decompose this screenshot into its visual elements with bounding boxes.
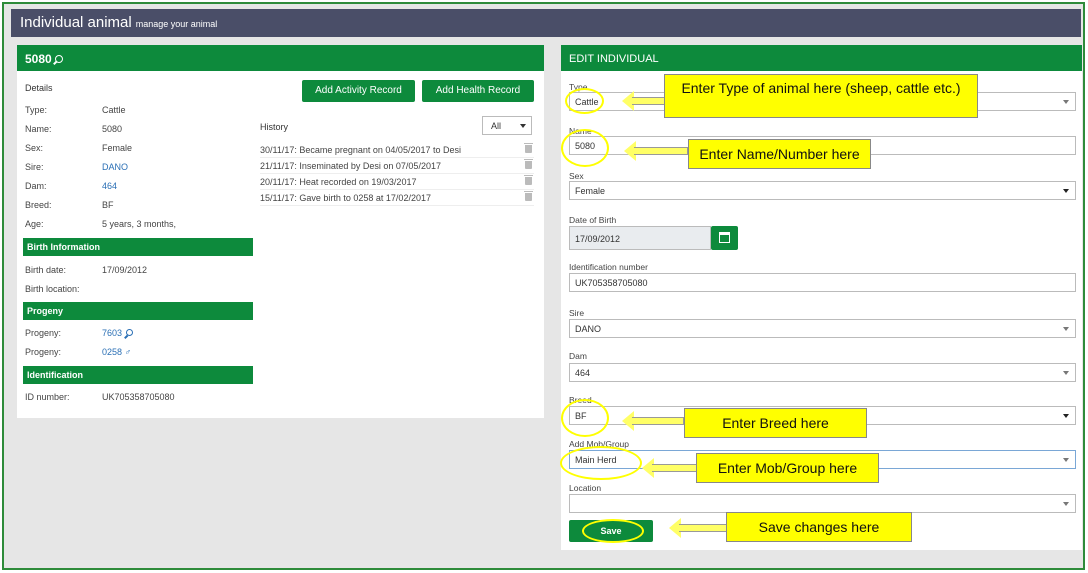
history-heading: History xyxy=(260,122,289,132)
birth-date-label: Birth date: xyxy=(25,265,67,275)
detail-label-sire: Sire: xyxy=(25,162,44,172)
location-label: Location xyxy=(569,483,602,493)
identification-number-input[interactable]: UK705358705080 xyxy=(569,273,1076,292)
detail-label-breed: Breed: xyxy=(25,200,52,210)
name-highlight-ring xyxy=(561,129,609,167)
dam-link[interactable]: 464 xyxy=(102,181,117,191)
detail-label-dam: Dam: xyxy=(25,181,47,191)
caret-down-icon xyxy=(520,124,526,128)
sex-label: Sex xyxy=(569,171,584,181)
animal-details-panel: 5080 Details Type: Cattle Name: 5080 Sex… xyxy=(17,45,544,418)
birth-date-value: 17/09/2012 xyxy=(102,265,148,275)
id-number-value: UK705358705080 xyxy=(102,392,175,402)
calendar-button[interactable] xyxy=(711,226,738,250)
history-row: 30/11/17: Became pregnant on 04/05/2017 … xyxy=(260,142,534,158)
history-row: 21/11/17: Inseminated by Desi on 07/05/2… xyxy=(260,158,534,174)
type-highlight-ring xyxy=(565,88,604,114)
id-number-label: ID number: xyxy=(25,392,70,402)
detail-value-name: 5080 xyxy=(102,124,123,134)
animal-panel-header: 5080 xyxy=(17,45,544,71)
animal-id: 5080 xyxy=(25,52,52,66)
detail-label-age: Age: xyxy=(25,219,44,229)
name-callout: Enter Name/Number here xyxy=(688,139,871,169)
detail-value-sex: Female xyxy=(102,143,133,153)
add-health-record-button[interactable]: Add Health Record xyxy=(422,80,534,102)
type-callout: Enter Type of animal here (sheep, cattle… xyxy=(664,74,978,118)
page-subtitle: manage your animal xyxy=(135,19,218,29)
detail-label-sex: Sex: xyxy=(25,143,44,153)
dam-label: Dam xyxy=(569,351,587,361)
screenshot-frame: Individual animal manage your animal 5080… xyxy=(2,2,1085,570)
identification-header: Identification xyxy=(23,366,253,384)
calendar-icon xyxy=(719,232,730,243)
search-icon xyxy=(126,329,134,336)
progeny-link-1[interactable]: 7603 xyxy=(102,328,134,338)
save-callout: Save changes here xyxy=(726,512,912,542)
progeny-link-2[interactable]: 0258 ♂ xyxy=(102,347,131,357)
mob-group-callout: Enter Mob/Group here xyxy=(696,453,879,483)
history-filter-select[interactable]: All xyxy=(482,116,532,135)
trash-icon[interactable] xyxy=(524,159,533,169)
detail-label-name: Name: xyxy=(25,124,52,134)
save-highlight-ring xyxy=(582,519,644,543)
trash-icon[interactable] xyxy=(524,191,533,201)
trash-icon[interactable] xyxy=(524,143,533,153)
location-select[interactable] xyxy=(569,494,1076,513)
top-header-bar: Individual animal manage your animal xyxy=(11,9,1081,37)
history-row: 20/11/17: Heat recorded on 19/03/2017 xyxy=(260,174,534,190)
arrow-left-icon xyxy=(642,458,698,478)
breed-highlight-ring xyxy=(561,399,609,437)
detail-value-type: Cattle xyxy=(102,105,126,115)
dob-input[interactable]: 17/09/2012 xyxy=(569,226,711,250)
sire-link[interactable]: DANO xyxy=(102,162,128,172)
dam-select[interactable]: 464 xyxy=(569,363,1076,382)
detail-label-type: Type: xyxy=(25,105,48,115)
edit-panel-header: EDIT INDIVIDUAL xyxy=(561,45,1082,71)
add-activity-record-button[interactable]: Add Activity Record xyxy=(302,80,415,102)
sire-label: Sire xyxy=(569,308,585,318)
arrow-left-icon xyxy=(624,141,688,161)
trash-icon[interactable] xyxy=(524,175,533,185)
dob-label: Date of Birth xyxy=(569,215,617,225)
page-title: Individual animal manage your animal xyxy=(20,14,218,31)
progeny-label-1: Progeny: xyxy=(25,328,62,338)
arrow-left-icon xyxy=(622,91,666,111)
progeny-label-2: Progeny: xyxy=(25,347,62,357)
identification-number-label: Identification number xyxy=(569,262,648,272)
detail-value-breed: BF xyxy=(102,200,114,210)
sire-select[interactable]: DANO xyxy=(569,319,1076,338)
history-row: 15/11/17: Gave birth to 0258 at 17/02/20… xyxy=(260,190,534,206)
detail-value-age: 5 years, 3 months, xyxy=(102,219,177,229)
arrow-left-icon xyxy=(622,411,684,431)
search-icon[interactable] xyxy=(54,55,63,63)
birth-location-label: Birth location: xyxy=(25,284,80,294)
breed-callout: Enter Breed here xyxy=(684,408,867,438)
birth-information-header: Birth Information xyxy=(23,238,253,256)
mob-group-highlight-ring xyxy=(560,446,642,480)
progeny-header: Progeny xyxy=(23,302,253,320)
arrow-left-icon xyxy=(669,518,729,538)
details-heading: Details xyxy=(25,83,53,93)
male-icon: ♂ xyxy=(124,347,132,357)
sex-select[interactable]: Female xyxy=(569,181,1076,200)
